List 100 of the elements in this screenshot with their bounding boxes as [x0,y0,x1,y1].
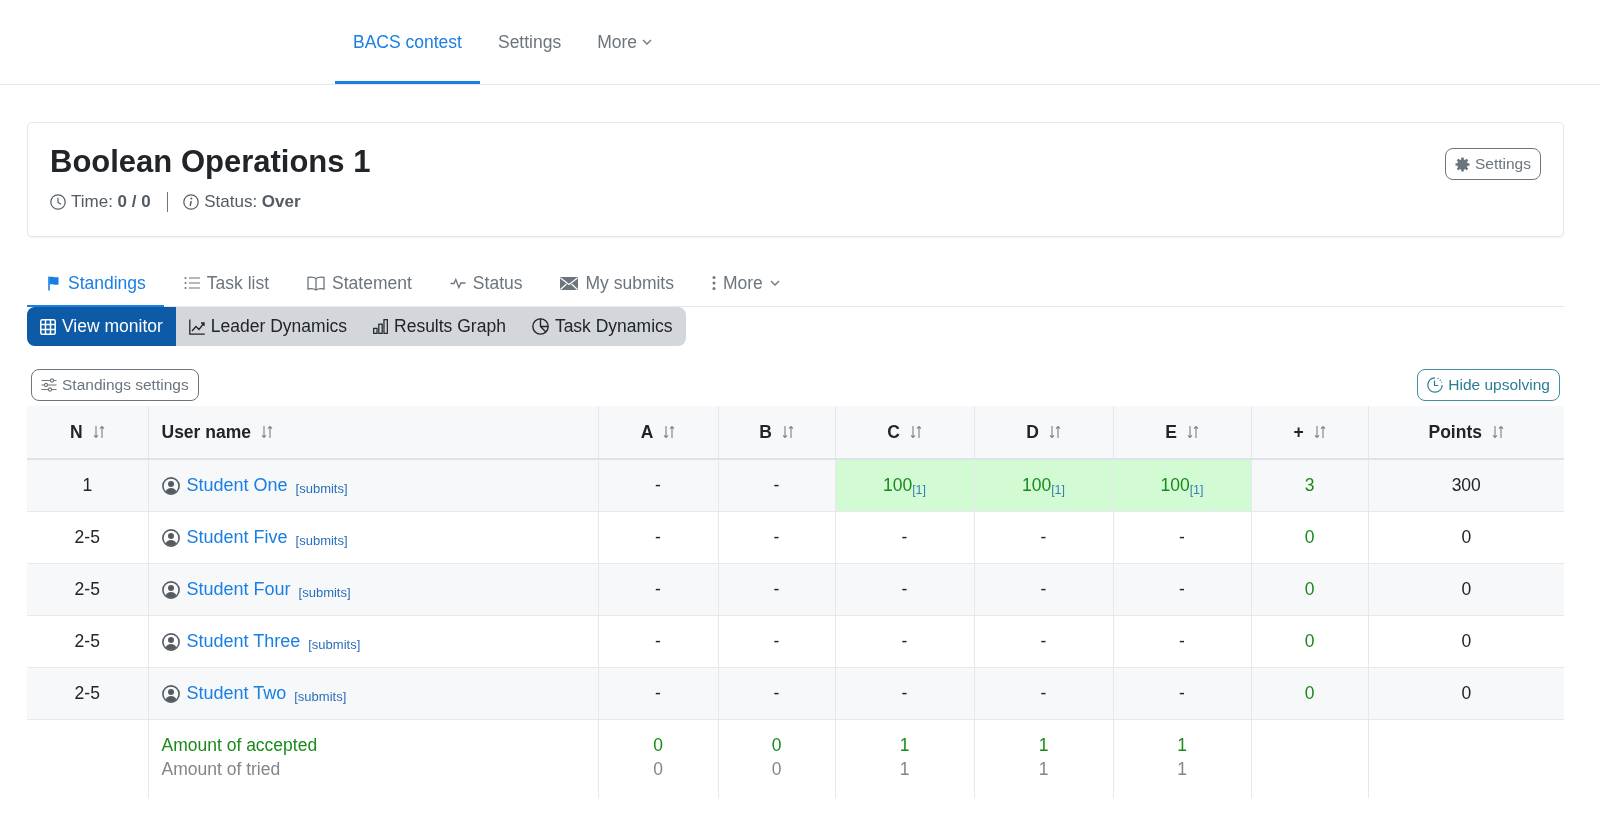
column-header[interactable]: B [759,421,794,443]
column-header[interactable]: E [1165,421,1199,443]
result-cell: - [1113,511,1251,564]
user-link[interactable]: Student Four [186,579,291,600]
sort-icon[interactable] [1048,425,1061,439]
attempts-link[interactable]: [1] [912,483,927,497]
user-link[interactable]: Student Two [186,683,287,704]
solved-count-cell: 0 [1251,563,1368,616]
column-header[interactable]: C [887,421,922,443]
table-icon [40,318,56,335]
attempts-link[interactable]: [1] [1189,483,1204,497]
contest-time: Time: 0 / 0 [71,191,151,213]
contest-title: Boolean Operations 1 [50,143,371,181]
submits-link[interactable]: [submits] [308,637,361,652]
sort-icon[interactable] [663,425,676,439]
sort-icon[interactable] [92,425,105,439]
tab[interactable]: My submits [540,261,692,307]
tab[interactable]: More [691,261,798,307]
submits-link[interactable]: [submits] [295,481,348,496]
info-icon [183,194,200,210]
settings-button[interactable]: Settings [1445,148,1541,180]
result-cell: - [598,511,718,564]
flag-icon [47,275,61,291]
sort-icon[interactable] [261,425,273,439]
submits-link[interactable]: [submits] [294,689,347,704]
sort-icon[interactable] [1313,425,1326,439]
user-avatar-icon [161,684,180,703]
result-cell: - [835,563,974,616]
user-link[interactable]: Student Three [186,631,301,652]
submits-link[interactable]: [submits] [298,585,351,600]
column-header[interactable]: N [69,421,105,443]
user-avatar-icon [161,580,180,599]
view-tab[interactable]: Task Dynamics [518,307,686,346]
column-header[interactable]: A [640,421,676,443]
clock-icon [1427,377,1444,393]
clock-icon [50,194,66,210]
rank-cell: 2-5 [27,615,148,668]
attempts-link[interactable]: [1] [1051,483,1066,497]
solved-count-cell: 3 [1251,459,1368,512]
rank-cell: 1 [27,459,148,512]
tab[interactable]: Status [429,261,541,307]
caret-icon [642,39,653,45]
result-cell: - [718,563,835,616]
result-cell: - [835,615,974,668]
result-cell: - [718,511,835,564]
list-icon [183,276,200,290]
sort-icon[interactable] [1492,425,1504,439]
view-tab[interactable]: Leader Dynamics [175,307,360,346]
column-header[interactable]: + [1293,421,1326,443]
view-tab[interactable]: View monitor [27,307,176,346]
envelope-icon [560,276,579,290]
accepted-count: 0 [770,734,783,757]
result-cell: - [598,615,718,668]
column-header[interactable]: User name [161,421,273,443]
kebab-icon [711,275,716,291]
user-avatar-icon [161,632,180,651]
sort-icon[interactable] [909,425,922,439]
result-cell: - [974,615,1113,668]
tab[interactable]: Statement [287,261,430,307]
result-cell: - [974,563,1113,616]
result-cell: - [1113,615,1251,668]
view-tab[interactable]: Results Graph [360,307,519,346]
hide-upsolving-button[interactable]: Hide upsolving [1417,369,1560,401]
points-cell: 0 [1368,615,1564,668]
result-cell: - [974,511,1113,564]
nav-tab[interactable]: BACS contest [335,0,480,84]
result-cell: - [1113,563,1251,616]
score-text: 100 [1021,475,1052,495]
gear-icon [1455,156,1470,172]
rank-cell: 2-5 [27,511,148,564]
result-cell: - [718,459,835,512]
tab[interactable]: Task list [163,261,288,307]
rank-cell: 2-5 [27,667,148,720]
tried-label: Amount of tried [161,758,282,781]
nav-tab[interactable]: More [579,0,671,84]
column-header[interactable]: D [1026,421,1061,443]
user-avatar-icon [161,476,180,495]
standings-settings-button[interactable]: Standings settings [31,369,199,401]
result-cell: - [598,667,718,720]
solved-count-cell: 0 [1251,615,1368,668]
sort-icon[interactable] [1186,425,1199,439]
points-cell: 0 [1368,667,1564,720]
user-link[interactable]: Student One [186,475,288,496]
column-header[interactable]: Points [1428,421,1504,443]
tried-count: 0 [652,758,664,781]
score-text: 100 [1160,475,1190,495]
line-chart-icon [188,318,205,335]
result-cell: - [974,667,1113,720]
sort-icon[interactable] [781,425,794,439]
score-text: 100 [882,475,913,495]
solved-count-cell: 0 [1251,511,1368,564]
accepted-count: 1 [1037,734,1050,757]
book-icon [307,275,326,291]
tried-count: 1 [1176,758,1188,781]
result-cell: - [718,615,835,668]
result-cell: - [598,459,718,512]
rank-cell: 2-5 [27,563,148,616]
nav-tab[interactable]: Settings [479,0,580,84]
user-link[interactable]: Student Five [186,527,288,548]
submits-link[interactable]: [submits] [295,533,348,548]
